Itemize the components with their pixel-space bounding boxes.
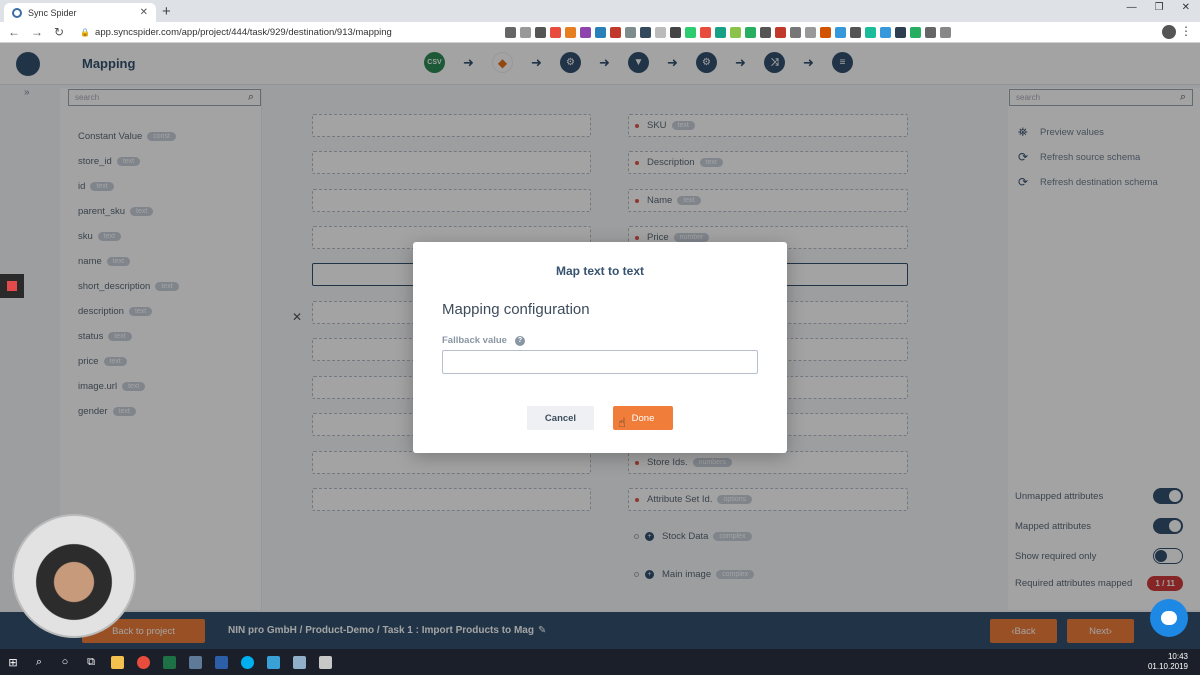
key-icon[interactable] [505,27,516,38]
browser-menu-icon[interactable]: ⋮ [1180,24,1192,38]
folder-icon[interactable] [535,27,546,38]
excel-icon[interactable] [156,649,182,675]
browser-tab[interactable]: Sync Spider ✕ [4,3,156,22]
extension-icon[interactable] [700,27,711,38]
search-icon[interactable]: ⌕ [26,649,52,675]
omnibar: ← → ↻ 🔒 app.syncspider.com/app/project/4… [0,22,1200,43]
extension-icon[interactable] [790,27,801,38]
extension-icon[interactable] [940,27,951,38]
extension-icon[interactable] [730,27,741,38]
help-question-icon[interactable]: ? [514,335,525,346]
extension-icon[interactable] [610,27,621,38]
map-text-dialog: Map text to text Mapping configuration F… [413,242,787,453]
chat-icon [1161,611,1177,625]
extension-icon[interactable] [775,27,786,38]
extension-icon[interactable] [835,27,846,38]
window-close-icon[interactable]: ✕ [1182,2,1190,13]
restore-icon[interactable]: ❐ [1155,2,1164,13]
minimize-icon[interactable]: — [1127,2,1137,13]
cortana-icon[interactable]: ○ [52,649,78,675]
window-controls: — ❐ ✕ [1127,2,1190,13]
app-icon[interactable] [208,649,234,675]
webcam-overlay [12,514,136,638]
extension-icon[interactable] [640,27,651,38]
dialog-subtitle: Mapping configuration [442,301,590,318]
extension-icon[interactable] [580,27,591,38]
windows-taskbar: ⊞ ⌕ ○ ⧉ 10:43 01.10.2019 [0,649,1200,675]
nav-buttons: ← → ↻ [0,25,64,39]
extension-icon[interactable] [760,27,771,38]
lock-icon: 🔒 [80,27,91,37]
app-icon[interactable] [312,649,338,675]
extension-icon[interactable] [910,27,921,38]
profile-avatar[interactable] [1162,25,1176,39]
taskbar-clock[interactable]: 10:43 01.10.2019 [1148,652,1188,672]
extension-icons [505,27,951,38]
extension-icon[interactable] [685,27,696,38]
chrome-icon[interactable] [130,649,156,675]
app-icon[interactable] [286,649,312,675]
chat-bubble-button[interactable] [1150,599,1188,637]
wifi-icon[interactable] [260,649,286,675]
close-tab-icon[interactable]: ✕ [140,7,148,18]
extension-icon[interactable] [820,27,831,38]
tab-title: Sync Spider [28,7,77,18]
extension-icon[interactable] [895,27,906,38]
fallback-value-input[interactable] [442,350,758,374]
extension-icon[interactable] [865,27,876,38]
url-text: app.syncspider.com/app/project/444/task/… [95,26,392,38]
fallback-label: Fallback value ? [442,335,525,346]
stop-icon [7,281,17,291]
extension-icon[interactable] [655,27,666,38]
windows-start-icon[interactable]: ⊞ [0,649,26,675]
hand-cursor-icon: ☝ [618,415,626,430]
extension-icon[interactable] [595,27,606,38]
dialog-title: Map text to text [555,264,644,278]
new-tab-icon[interactable]: + [162,3,171,20]
task-view-icon[interactable]: ⧉ [78,649,104,675]
app-icon[interactable] [182,649,208,675]
extension-icon[interactable] [670,27,681,38]
forward-arrow-icon[interactable]: → [31,25,43,39]
extension-icon[interactable] [565,27,576,38]
back-arrow-icon[interactable]: ← [8,25,20,39]
extension-icon[interactable] [805,27,816,38]
cancel-button[interactable]: Cancel [527,406,594,430]
syncspider-favicon-icon [12,7,22,18]
extension-icon[interactable] [745,27,756,38]
skype-icon[interactable] [234,649,260,675]
address-bar[interactable]: 🔒 app.syncspider.com/app/project/444/tas… [80,27,392,38]
star-icon[interactable] [520,27,531,38]
extension-icon[interactable] [880,27,891,38]
record-stop-button[interactable] [0,274,24,298]
browser-tab-strip: Sync Spider ✕ + — ❐ ✕ [0,0,1200,22]
extension-icon[interactable] [850,27,861,38]
extension-icon[interactable] [925,27,936,38]
extension-icon[interactable] [625,27,636,38]
file-explorer-icon[interactable] [104,649,130,675]
extension-icon[interactable] [715,27,726,38]
reload-icon[interactable]: ↻ [54,25,64,39]
extension-icon[interactable] [550,27,561,38]
